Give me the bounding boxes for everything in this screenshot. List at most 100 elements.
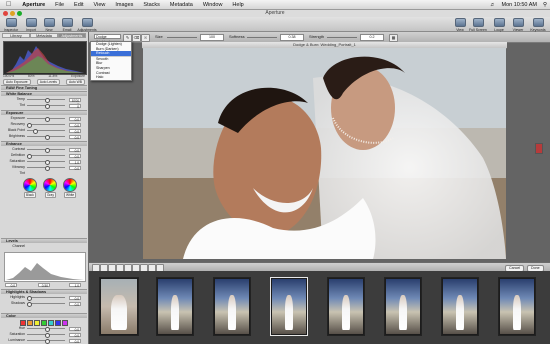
strength-value-field[interactable]: 0.2	[360, 34, 384, 41]
filmstrip-thumbnail[interactable]	[327, 277, 365, 336]
filmstrip-thumbnail[interactable]	[498, 277, 536, 336]
slider-track[interactable]	[27, 123, 65, 128]
black-tint-wheel[interactable]	[23, 178, 37, 192]
slider-track[interactable]	[27, 327, 65, 332]
slider-value-field[interactable]: 1.0	[69, 159, 81, 165]
full-screen-button[interactable]: Full Screen	[468, 18, 488, 32]
photo[interactable]	[143, 48, 506, 259]
slider-track[interactable]	[27, 166, 65, 171]
slider-track[interactable]	[27, 333, 65, 338]
slider-value-field[interactable]: 0.0	[69, 295, 81, 301]
section-white-balance[interactable]: White Balance	[1, 91, 87, 96]
slider-track[interactable]	[27, 296, 65, 301]
slider-track[interactable]	[27, 160, 65, 165]
slider-value-field[interactable]: 0.0	[69, 128, 81, 134]
slider-track[interactable]	[27, 98, 65, 103]
slider-value-field[interactable]: 0.0	[69, 116, 81, 122]
gray-tint-wheel[interactable]	[43, 178, 57, 192]
keywords-button[interactable]: Keywords	[528, 18, 548, 32]
filmstrip-thumbnail[interactable]	[441, 277, 479, 336]
detect-edges-icon[interactable]: ▦	[389, 34, 398, 42]
new-button[interactable]: New	[39, 18, 59, 32]
slider-value-field[interactable]: 5700 K	[69, 97, 81, 107]
clock[interactable]: Mon 10:50 AM	[499, 2, 540, 8]
tab-adjustments[interactable]: Adjustments	[58, 33, 86, 38]
filmstrip-thumbnail[interactable]	[99, 277, 139, 336]
levels-white-value[interactable]: 1.0	[69, 282, 81, 288]
slider-track[interactable]	[27, 129, 65, 134]
filmstrip-thumbnail[interactable]	[156, 277, 194, 336]
menu-stacks[interactable]: Stacks	[138, 2, 165, 8]
menu-app[interactable]: Aperture	[17, 2, 50, 8]
loupe-button[interactable]: Loupe	[489, 18, 509, 32]
inspector-button[interactable]: Inspector	[1, 18, 21, 32]
slider-knob[interactable]	[45, 135, 50, 140]
menu-metadata[interactable]: Metadata	[165, 2, 198, 8]
menu-view[interactable]: View	[89, 2, 111, 8]
slider-track[interactable]	[27, 339, 65, 344]
slider-value-field[interactable]: 0.0	[69, 122, 81, 128]
section-levels[interactable]: Levels	[1, 238, 87, 243]
slider-value-field[interactable]: 0.0	[69, 326, 81, 332]
size-value-field[interactable]: 100	[200, 34, 224, 41]
menu-window[interactable]: Window	[198, 2, 228, 8]
slider-value-field[interactable]: 0.0	[69, 134, 81, 140]
menu-edit[interactable]: Edit	[69, 2, 88, 8]
levels-histogram[interactable]	[4, 252, 86, 282]
slider-track[interactable]	[27, 104, 65, 109]
slider-value-field[interactable]: 0.0	[69, 153, 81, 159]
section-highlights-shadows[interactable]: Highlights & Shadows	[1, 289, 87, 294]
view-button[interactable]: View	[450, 18, 470, 32]
email-button[interactable]: Email	[57, 18, 77, 32]
hud-toggle-button[interactable]	[535, 143, 543, 154]
apple-menu-icon[interactable]: 	[0, 1, 17, 8]
slider-track[interactable]	[27, 154, 65, 159]
levels-gray-value[interactable]: 0.50	[38, 282, 50, 288]
section-exposure[interactable]: Exposure	[1, 110, 87, 115]
spotlight-icon[interactable]: ⚲	[540, 2, 550, 8]
section-color[interactable]: Color	[1, 313, 87, 318]
strength-slider[interactable]	[327, 37, 357, 38]
import-button[interactable]: Import	[21, 18, 41, 32]
adjustments-button[interactable]: Adjustments	[77, 18, 97, 32]
white-tint-label[interactable]: White	[64, 192, 77, 198]
slider-value-field[interactable]: 0.0	[69, 332, 81, 338]
slider-knob[interactable]	[27, 302, 32, 307]
close-window-icon[interactable]	[3, 11, 8, 16]
levels-black-value[interactable]: 0.0	[5, 282, 17, 288]
black-tint-label[interactable]: Black	[24, 192, 36, 198]
size-slider[interactable]	[167, 37, 197, 38]
softness-value-field[interactable]: 0.38	[280, 34, 304, 41]
zoom-window-icon[interactable]	[17, 11, 22, 16]
feather-tool-icon[interactable]: ☉	[141, 34, 150, 42]
slider-value-field[interactable]: 0.0	[69, 338, 81, 344]
filmstrip-thumbnail[interactable]	[213, 277, 251, 336]
slider-track[interactable]	[27, 135, 65, 140]
volume-icon[interactable]: ♬	[487, 2, 499, 8]
tab-library[interactable]: Library	[2, 33, 30, 38]
slider-value-field[interactable]: 0.0	[69, 165, 81, 171]
white-tint-wheel[interactable]	[63, 178, 77, 192]
minimize-window-icon[interactable]	[10, 11, 15, 16]
filmstrip-thumbnail-selected[interactable]	[270, 277, 308, 336]
menu-images[interactable]: Images	[110, 2, 138, 8]
menu-help[interactable]: Help	[227, 2, 248, 8]
slider-value-field[interactable]: 0.0	[69, 301, 81, 307]
slider-value-field[interactable]: 0.0	[69, 147, 81, 153]
gray-tint-label[interactable]: Gray	[45, 192, 56, 198]
brush-type-dropdown[interactable]: Dodge (Lighten)	[94, 34, 121, 44]
slider-knob[interactable]	[45, 104, 50, 109]
section-enhance[interactable]: Enhance	[1, 141, 87, 146]
slider-track[interactable]	[27, 117, 65, 122]
slider-track[interactable]	[27, 148, 65, 153]
eraser-tool-icon[interactable]: ⌫	[132, 34, 141, 42]
filmstrip-thumbnail[interactable]	[384, 277, 422, 336]
menu-file[interactable]: File	[50, 2, 69, 8]
tab-metadata[interactable]: Metadata	[30, 33, 58, 38]
section-raw-fine-tuning[interactable]: RAW Fine Tuning	[1, 85, 87, 90]
slider-knob[interactable]	[45, 339, 50, 344]
slider-value-field[interactable]: 0	[69, 103, 81, 109]
viewer-button[interactable]: Viewer	[508, 18, 528, 32]
slider-track[interactable]	[27, 302, 65, 307]
brush-menu-item[interactable]: Halo	[91, 75, 131, 80]
